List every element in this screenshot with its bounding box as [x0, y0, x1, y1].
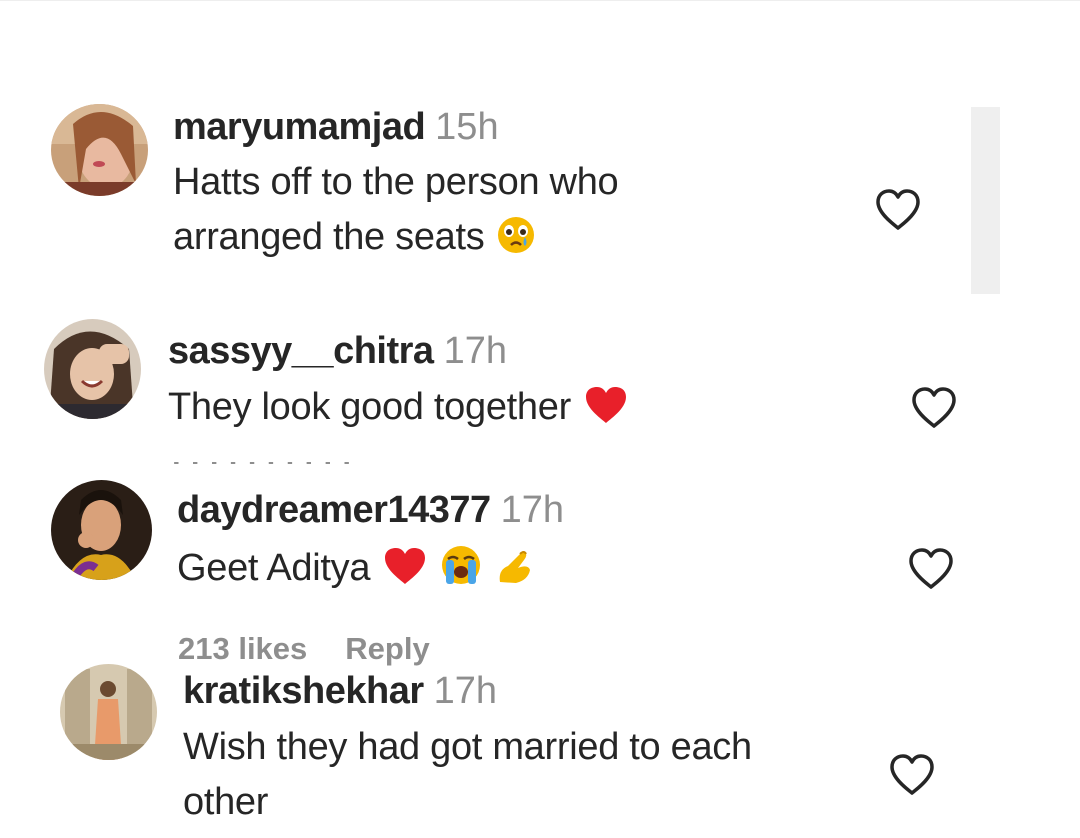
comment-line: Hatts off to the person who	[173, 161, 619, 203]
scrollbar-thumb[interactable]	[971, 107, 1000, 294]
comment-line: They look good together	[168, 380, 629, 441]
reply-button[interactable]: Reply	[345, 631, 429, 666]
likes-count[interactable]: 213 likes	[178, 631, 307, 666]
avatar[interactable]	[44, 319, 141, 419]
red-heart-icon	[583, 385, 629, 441]
heart-outline-icon[interactable]	[874, 188, 922, 232]
avatar[interactable]	[51, 104, 148, 196]
comment-time: 17h	[500, 489, 565, 531]
comment-line: other	[183, 781, 269, 823]
pinching-hand-icon	[494, 546, 534, 602]
loudly-crying-face-icon	[440, 544, 482, 602]
crying-face-icon	[496, 215, 536, 271]
comment-text: Geet Aditya	[177, 541, 534, 602]
heart-outline-icon[interactable]	[910, 386, 958, 430]
comment-username[interactable]: sassyy__chitra 17h	[168, 330, 507, 373]
clipped-meta-text: · · · · · · · · · ·	[172, 462, 353, 474]
comment-username[interactable]: kratikshekhar 17h	[183, 670, 497, 713]
comment-text: They look good together	[168, 380, 629, 441]
comment-line: Wish they had got married to each	[183, 726, 752, 768]
comment-username[interactable]: maryumamjad 15h	[173, 106, 499, 149]
heart-outline-icon[interactable]	[888, 753, 936, 797]
comment-text: Wish they had got married to each other	[183, 720, 752, 830]
comment-text: Hatts off to the person who arranged the…	[173, 155, 619, 271]
comment-line: arranged the seats	[173, 210, 618, 271]
comment-time: 15h	[435, 106, 499, 148]
comment-time: 17h	[433, 670, 498, 712]
comment-line: Geet Aditya	[177, 541, 534, 602]
avatar[interactable]	[51, 480, 152, 580]
comment-username[interactable]: daydreamer14377 17h	[177, 489, 564, 532]
heart-outline-icon[interactable]	[907, 547, 955, 591]
top-divider	[0, 0, 1080, 1]
comment-time: 17h	[443, 330, 507, 372]
red-heart-icon	[382, 546, 428, 602]
avatar[interactable]	[60, 664, 157, 760]
clipped-meta: · · · · · · · · · ·	[172, 462, 432, 474]
comment-meta: 213 likes Reply	[178, 631, 468, 667]
